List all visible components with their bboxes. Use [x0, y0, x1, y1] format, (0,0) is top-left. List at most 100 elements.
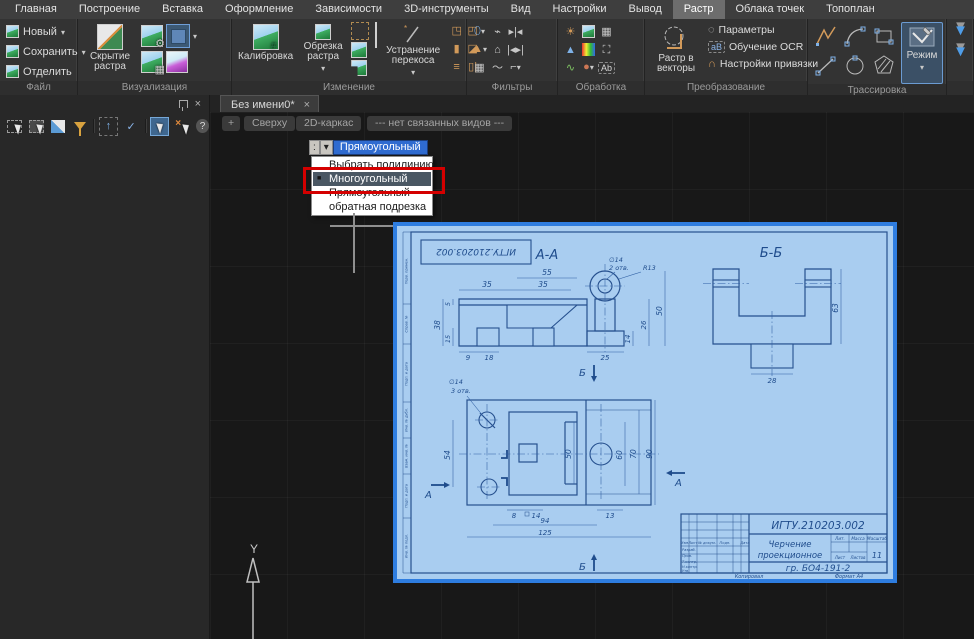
crop-type-value[interactable]: Прямоугольный: [333, 140, 428, 155]
thin-lines-icon[interactable]: 〜: [492, 61, 503, 75]
menu-item[interactable]: обратная подрезка: [313, 200, 431, 214]
command-prompt-button[interactable]: :: [309, 140, 320, 155]
select-area-icon[interactable]: [351, 22, 369, 40]
pointer-select-icon[interactable]: [150, 117, 169, 136]
titleblock-subject: проекционное: [758, 551, 823, 561]
raster-background-button[interactable]: ▦: [141, 51, 163, 73]
menu-tab[interactable]: Вид: [500, 0, 542, 19]
dim-label: 90: [645, 449, 654, 459]
curves-icon[interactable]: ∿: [566, 61, 575, 75]
trace-mode-button[interactable]: Режим: [901, 22, 943, 84]
trace-circle-icon[interactable]: [843, 53, 867, 77]
trace-line-icon[interactable]: [814, 53, 838, 77]
select-all-raster-icon[interactable]: [28, 118, 45, 135]
selection-filter-icon[interactable]: [71, 118, 88, 135]
export-down-icon[interactable]: ▼: [953, 43, 968, 60]
document-tab[interactable]: Без имени0* ×: [220, 95, 319, 112]
gradient-map-icon[interactable]: [582, 43, 595, 56]
text-recognition-icon[interactable]: Ab: [598, 62, 615, 74]
dropdown-arrow-icon[interactable]: [61, 26, 65, 38]
menu-tab[interactable]: Топоплан: [815, 0, 886, 19]
invert-selection-icon[interactable]: [50, 118, 67, 135]
blur-filter-icon[interactable]: ⬯: [474, 24, 485, 39]
crop-frame-icon[interactable]: ⛶: [603, 43, 611, 57]
viewport-add-button[interactable]: +: [222, 116, 240, 131]
spread-edges-icon[interactable]: |◂▸|: [507, 43, 524, 57]
copy-part-icon[interactable]: [351, 42, 367, 58]
dim-label: 2 отв.: [609, 264, 629, 272]
hide-raster-button[interactable]: Скрытие растра: [82, 22, 138, 74]
menu-tab[interactable]: Облака точек: [725, 0, 816, 19]
tab-close-icon[interactable]: ×: [304, 99, 310, 111]
import-down-icon[interactable]: ▼: [953, 22, 968, 39]
align-bottom-icon[interactable]: ≡: [453, 60, 459, 74]
menu-tab[interactable]: Оформление: [214, 0, 304, 19]
sharpen-filter-icon[interactable]: ▲: [472, 42, 487, 57]
insert-band-icon[interactable]: ▮: [454, 42, 460, 56]
menu-tab[interactable]: Настройки: [542, 0, 618, 19]
resize-raster-icon[interactable]: [375, 22, 377, 48]
viewport-view-button[interactable]: Сверху: [244, 116, 295, 131]
menu-tab[interactable]: Вывод: [617, 0, 672, 19]
crop-raster-button[interactable]: Обрезка растра: [298, 22, 348, 76]
drawing-canvas[interactable]: + Сверху 2D-каркас --- нет связанных вид…: [210, 112, 974, 639]
panel-visualization-label: Визуализация: [78, 81, 231, 95]
detach-raster-button[interactable]: Отделить: [4, 62, 74, 81]
menu-tab[interactable]: 3D-инструменты: [393, 0, 500, 19]
color-balance-icon[interactable]: ●: [583, 60, 594, 75]
corner-part-icon[interactable]: [351, 60, 367, 76]
deskew-button[interactable]: * Устранение перекоса: [380, 22, 446, 80]
menu-tab[interactable]: Построение: [68, 0, 151, 19]
technical-drawing: Перв. примен. Справ. № Подп. и дата Инв.…: [397, 226, 893, 579]
despeckle-icon[interactable]: ⌁: [494, 25, 501, 39]
magnet-icon: ∩: [708, 57, 716, 71]
merge-edges-icon[interactable]: ▸|◂: [509, 25, 523, 39]
dropdown-arrow-icon[interactable]: [411, 68, 415, 78]
viewport-links-button[interactable]: --- нет связанных видов ---: [367, 116, 512, 131]
menu-tab-raster-active[interactable]: Растр: [673, 0, 725, 19]
brightness-icon[interactable]: ☀: [566, 25, 576, 39]
deselect-icon[interactable]: ×: [174, 118, 191, 135]
trace-polyline-icon[interactable]: [814, 24, 838, 48]
binarize-icon[interactable]: ▦: [474, 61, 484, 75]
smooth-filter-icon[interactable]: ⌂: [494, 43, 501, 57]
viewport-style-button[interactable]: 2D-каркас: [296, 116, 361, 131]
menu-tab[interactable]: Главная: [4, 0, 68, 19]
snap-settings-button[interactable]: ∩Настройки привязки: [706, 57, 820, 71]
save-raster-icon: [6, 45, 19, 58]
pin-icon[interactable]: [179, 100, 188, 108]
selection-grid-icon[interactable]: ▦: [601, 25, 611, 39]
dropdown-arrow-icon[interactable]: [321, 64, 325, 74]
menu-tab[interactable]: Зависимости: [304, 0, 393, 19]
close-icon[interactable]: ×: [195, 99, 201, 109]
merge-part-icon[interactable]: ◳: [451, 24, 461, 38]
raster-frame-toggle-button[interactable]: [166, 24, 190, 48]
menu-tab[interactable]: Вставка: [151, 0, 214, 19]
conversion-params-button[interactable]: ◌Параметры: [706, 23, 820, 37]
raster-palette-button[interactable]: [166, 51, 188, 73]
save-raster-button[interactable]: Сохранить: [4, 42, 88, 61]
select-rect-icon[interactable]: [6, 118, 23, 135]
apply-selection-icon[interactable]: ✓: [123, 118, 140, 135]
image-adjust-icon[interactable]: [582, 25, 595, 38]
raster-settings-button[interactable]: ⚙: [141, 25, 163, 47]
calibration-button[interactable]: # Калибровка: [236, 22, 295, 64]
panel-processing: ☀ ▦ ▲ ⛶ ∿ ● Ab Обработка: [558, 19, 645, 95]
trace-arc-icon[interactable]: [843, 24, 867, 48]
corner-filter-icon[interactable]: ⌐: [510, 60, 520, 75]
combo-arrow-icon[interactable]: ▾: [320, 140, 333, 155]
ocr-training-button[interactable]: aBОбучение OCR: [706, 40, 820, 54]
detach-raster-icon: [6, 65, 19, 78]
dropdown-arrow-icon[interactable]: [193, 30, 197, 42]
dropdown-arrow-icon[interactable]: [920, 63, 924, 73]
raster-to-vector-button[interactable]: Растр в векторы: [649, 22, 703, 76]
new-raster-button[interactable]: Новый: [4, 22, 67, 41]
panel-conversion: Растр в векторы ◌Параметры aBОбучение OC…: [645, 19, 808, 95]
help-icon[interactable]: ?: [196, 119, 209, 133]
trace-rectangle-icon[interactable]: [872, 24, 896, 48]
histogram-icon[interactable]: ▲: [565, 43, 576, 57]
trace-hatch-icon[interactable]: [872, 53, 896, 77]
raster-image-selected[interactable]: Перв. примен. Справ. № Подп. и дата Инв.…: [393, 222, 897, 583]
dim-label: 26: [640, 320, 648, 329]
move-selection-icon[interactable]: ↑: [99, 117, 118, 136]
